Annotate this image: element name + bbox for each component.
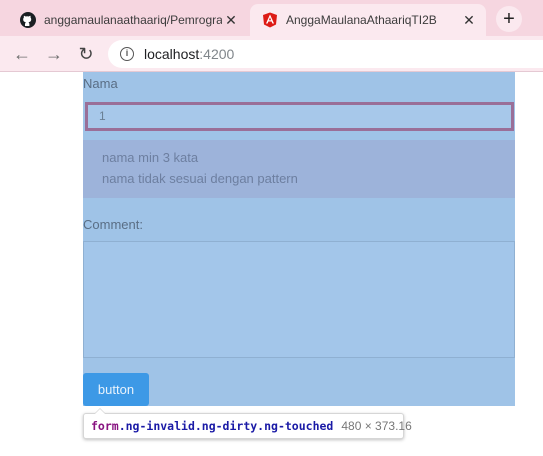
close-icon[interactable]: ✕ bbox=[460, 12, 478, 29]
address-bar[interactable]: i localhost:4200 bbox=[108, 40, 543, 68]
submit-button[interactable]: button bbox=[83, 373, 149, 406]
angular-icon bbox=[263, 12, 277, 28]
url-port: :4200 bbox=[199, 46, 235, 62]
back-arrow-icon[interactable]: ← bbox=[10, 42, 34, 66]
error-message: nama min 3 kata bbox=[102, 150, 199, 165]
tooltip-tag: form bbox=[91, 419, 119, 433]
error-box: nama min 3 kata nama tidak sesuai dengan… bbox=[83, 140, 515, 198]
reload-icon[interactable]: ↻ bbox=[74, 42, 98, 66]
forward-arrow-icon[interactable]: → bbox=[42, 42, 66, 66]
form-highlighted: Nama 1 nama min 3 kata nama tidak sesuai… bbox=[83, 72, 515, 406]
github-icon bbox=[20, 12, 36, 28]
tab-github[interactable]: anggamaulanaathaariq/Pemrogra ✕ bbox=[8, 4, 248, 36]
inspect-tooltip: form.ng-invalid.ng-dirty.ng-touched 480 ×… bbox=[83, 408, 412, 439]
tab-strip: anggamaulanaathaariq/Pemrogra ✕ AnggaMau… bbox=[0, 0, 543, 36]
page-content: Nama 1 nama min 3 kata nama tidak sesuai… bbox=[0, 72, 543, 456]
url-host: localhost bbox=[144, 46, 200, 62]
browser-toolbar: ← → ↻ i localhost:4200 bbox=[0, 36, 543, 72]
tab-angular[interactable]: AnggaMaulanaAthaariqTI2B ✕ bbox=[250, 4, 486, 36]
tooltip-classes: .ng-invalid.ng-dirty.ng-touched bbox=[118, 419, 334, 433]
nama-label: Nama bbox=[83, 76, 118, 91]
comment-textarea[interactable] bbox=[83, 241, 515, 358]
info-icon[interactable]: i bbox=[120, 47, 134, 61]
tooltip-dimensions: 480 × 373.16 bbox=[341, 419, 412, 433]
tab-title: anggamaulanaathaariq/Pemrogra bbox=[44, 13, 222, 27]
error-message: nama tidak sesuai dengan pattern bbox=[102, 171, 298, 186]
nama-input[interactable]: 1 bbox=[85, 102, 514, 131]
tab-title: AnggaMaulanaAthaariqTI2B bbox=[286, 13, 437, 27]
new-tab-button[interactable]: + bbox=[496, 6, 522, 32]
comment-label: Comment: bbox=[83, 217, 143, 232]
close-icon[interactable]: ✕ bbox=[222, 12, 240, 29]
